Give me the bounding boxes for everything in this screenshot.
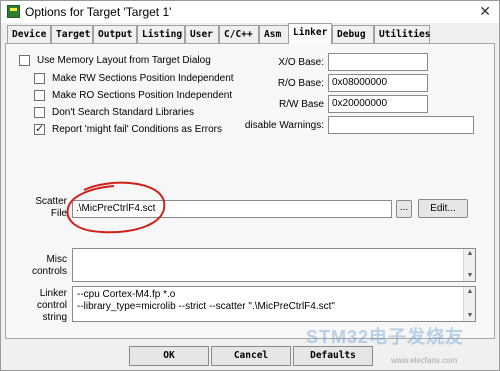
browse-button[interactable]: ...: [396, 200, 412, 218]
window-title: Options for Target 'Target 1': [25, 5, 172, 19]
misc-label-line1: Misc: [46, 254, 67, 265]
misc-scrollbar[interactable]: ▲ ▼: [463, 249, 475, 281]
linker-string-line2: --library_type=microlib --strict --scatt…: [77, 301, 335, 312]
rw-base-label: R/W Base: [278, 99, 324, 110]
ro-position-independent-checkbox[interactable]: Make RO Sections Position Independent: [34, 90, 232, 101]
checkbox-label: Use Memory Layout from Target Dialog: [37, 55, 211, 66]
checkbox-label: Report 'might fail' Conditions as Errors: [52, 124, 222, 135]
close-icon[interactable]: ✕: [479, 3, 491, 20]
watermark-logo: STM32电子发烧友: [306, 327, 465, 347]
title-bar: Options for Target 'Target 1' ✕: [1, 1, 499, 23]
misc-label-line2: controls: [31, 266, 67, 277]
red-circle-annotation: [66, 181, 166, 234]
tab-asm[interactable]: Asm: [259, 25, 289, 43]
linker-label-line3: string: [42, 312, 67, 323]
scroll-up-icon[interactable]: ▲: [464, 249, 476, 259]
tab-user[interactable]: User: [185, 25, 219, 43]
rw-position-independent-checkbox[interactable]: Make RW Sections Position Independent: [34, 73, 234, 84]
xo-base-label: X/O Base:: [278, 57, 324, 68]
linker-string-line1: --cpu Cortex-M4.fp *.o: [77, 289, 176, 300]
checkbox-box[interactable]: [34, 73, 45, 84]
use-memory-layout-checkbox[interactable]: Use Memory Layout from Target Dialog: [19, 55, 211, 66]
tab-utilities[interactable]: Utilities: [374, 25, 430, 43]
keil-app-icon: [7, 5, 20, 18]
tab-device[interactable]: Device: [7, 25, 51, 43]
checkbox-label: Don't Search Standard Libraries: [52, 107, 194, 118]
checkbox-label: Make RO Sections Position Independent: [52, 90, 233, 101]
dont-search-libs-checkbox[interactable]: Don't Search Standard Libraries: [34, 107, 194, 118]
options-dialog: Options for Target 'Target 1' ✕ Device T…: [0, 0, 500, 371]
tab-target[interactable]: Target: [51, 25, 93, 43]
ro-base-label: R/O Base:: [277, 78, 324, 89]
tab-cc[interactable]: C/C++: [219, 25, 259, 43]
tab-debug[interactable]: Debug: [332, 25, 374, 43]
linker-panel: Use Memory Layout from Target Dialog Mak…: [5, 43, 495, 339]
tab-output[interactable]: Output: [93, 25, 137, 43]
edit-scatter-button[interactable]: Edit...: [418, 199, 468, 218]
cancel-button[interactable]: Cancel: [211, 346, 291, 366]
scroll-up-icon[interactable]: ▲: [464, 287, 476, 297]
disable-warnings-input[interactable]: [328, 116, 474, 134]
defaults-button[interactable]: Defaults: [293, 346, 373, 366]
scroll-down-icon[interactable]: ▼: [464, 271, 476, 281]
tab-listing[interactable]: Listing: [137, 25, 185, 43]
linker-label-line1: Linker: [39, 288, 67, 299]
scroll-down-icon[interactable]: ▼: [464, 311, 476, 321]
ro-base-input[interactable]: 0x08000000: [328, 74, 428, 92]
report-might-fail-checkbox[interactable]: Report 'might fail' Conditions as Errors: [34, 122, 222, 135]
rw-base-input[interactable]: 0x20000000: [328, 95, 428, 113]
scatter-label-line1: Scatter: [35, 196, 67, 207]
checkbox-box[interactable]: [34, 122, 45, 135]
linker-label-line2: control: [36, 300, 67, 311]
tab-linker[interactable]: Linker: [288, 23, 332, 44]
linker-scrollbar[interactable]: ▲ ▼: [463, 287, 475, 321]
disable-warnings-label: disable Warnings:: [244, 120, 324, 131]
linker-control-string: --cpu Cortex-M4.fp *.o --library_type=mi…: [72, 286, 476, 322]
checkbox-label: Make RW Sections Position Independent: [52, 73, 234, 84]
watermark-url: www.elecfans.com: [391, 356, 458, 365]
ok-button[interactable]: OK: [129, 346, 209, 366]
checkbox-box[interactable]: [19, 55, 30, 66]
xo-base-input[interactable]: [328, 53, 428, 71]
checkbox-box[interactable]: [34, 107, 45, 118]
misc-controls-textarea[interactable]: ▲ ▼: [72, 248, 476, 282]
checkbox-box[interactable]: [34, 90, 45, 101]
